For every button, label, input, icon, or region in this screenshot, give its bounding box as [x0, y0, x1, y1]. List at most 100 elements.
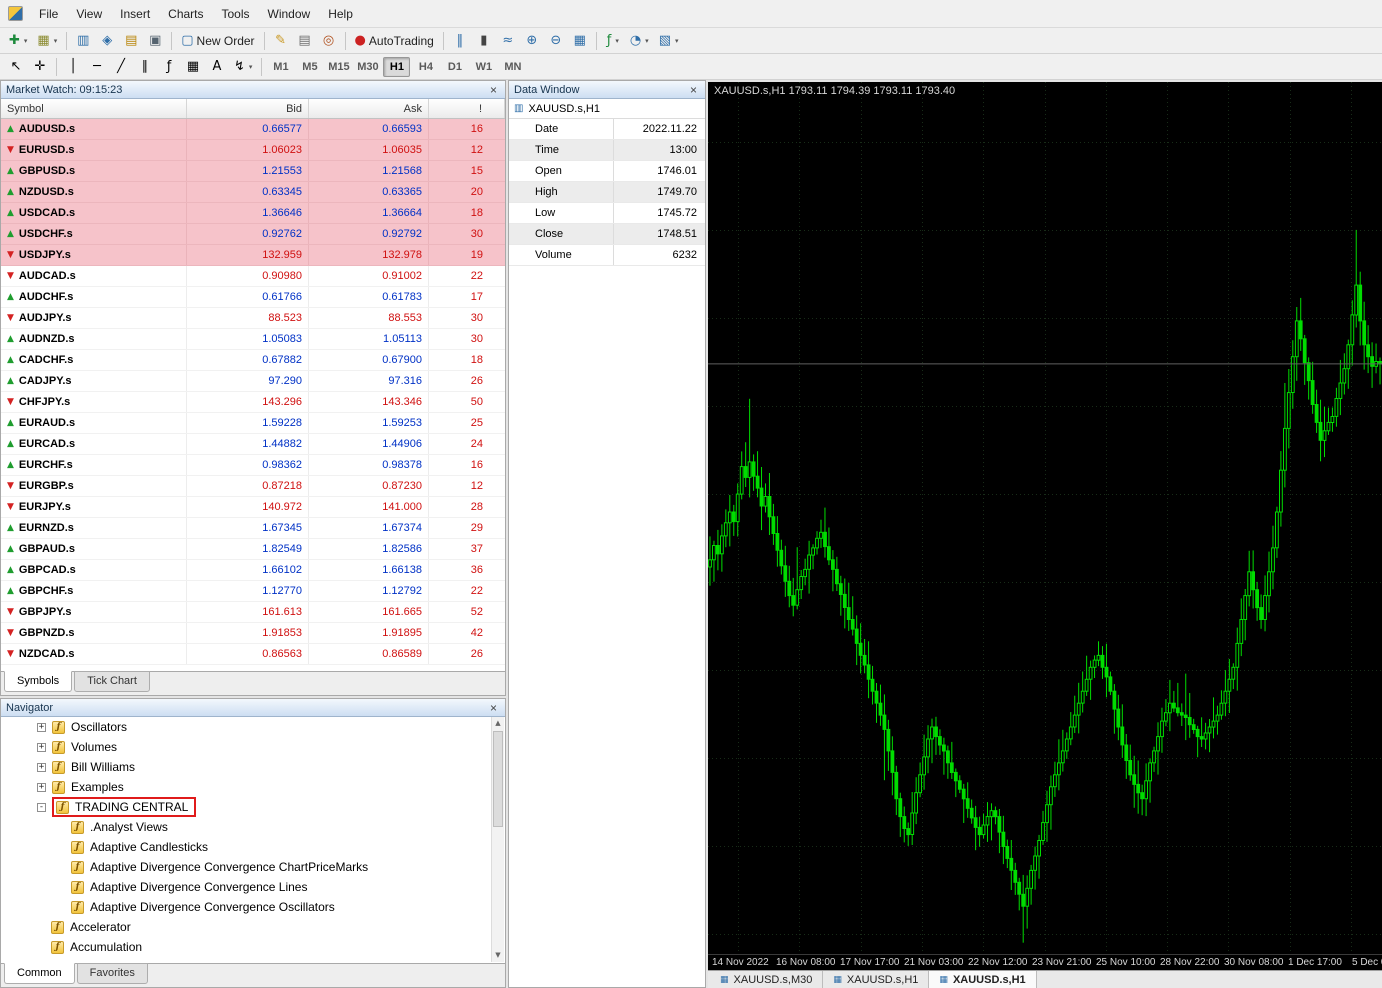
- terminal-button[interactable]: ▣: [144, 30, 166, 52]
- table-row[interactable]: ▲AUDCHF.s0.617660.6178317: [1, 287, 505, 308]
- text-button[interactable]: A: [206, 56, 228, 78]
- table-row[interactable]: ▲USDCHF.s0.927620.9279230: [1, 224, 505, 245]
- navigator-item-oscillators[interactable]: +ƒOscillators: [1, 717, 505, 737]
- tile-windows-button[interactable]: ▦: [569, 30, 591, 52]
- dropdown-arrow-icon[interactable]: ▾: [24, 37, 28, 45]
- autotrading-button[interactable]: ●AutoTrading: [351, 30, 438, 52]
- navigator-item-examples[interactable]: +ƒExamples: [1, 777, 505, 797]
- navigator-item-volumes[interactable]: +ƒVolumes: [1, 737, 505, 757]
- tab-symbols[interactable]: Symbols: [4, 671, 72, 692]
- table-row[interactable]: ▲USDCAD.s1.366461.3666418: [1, 203, 505, 224]
- navigator-scrollbar[interactable]: ▲ ▼: [491, 717, 504, 962]
- new-order-button[interactable]: ▢New Order: [177, 30, 258, 52]
- metaeditor-button[interactable]: ✎: [270, 30, 292, 52]
- timeframe-d1-button[interactable]: D1: [441, 57, 468, 77]
- navigator-button[interactable]: ▤: [120, 30, 142, 52]
- table-row[interactable]: ▲GBPUSD.s1.215531.2156815: [1, 161, 505, 182]
- menu-item-insert[interactable]: Insert: [111, 2, 159, 26]
- shapes-button[interactable]: ▦: [182, 56, 204, 78]
- timeframe-mn-button[interactable]: MN: [499, 57, 526, 77]
- data-window-button[interactable]: ◈: [96, 30, 118, 52]
- expand-plus-icon[interactable]: +: [37, 723, 46, 732]
- navigator-item-accumulation[interactable]: ƒAccumulation: [1, 937, 505, 957]
- table-row[interactable]: ▼EURJPY.s140.972141.00028: [1, 497, 505, 518]
- chart-date-axis[interactable]: 14 Nov 202216 Nov 08:0017 Nov 17:0021 No…: [708, 954, 1382, 970]
- menu-item-tools[interactable]: Tools: [213, 2, 259, 26]
- table-row[interactable]: ▲GBPCAD.s1.661021.6613836: [1, 560, 505, 581]
- timeframe-m15-button[interactable]: M15: [325, 57, 352, 77]
- expand-plus-icon[interactable]: +: [37, 743, 46, 752]
- table-row[interactable]: ▲GBPCHF.s1.127701.1279222: [1, 581, 505, 602]
- table-row[interactable]: ▼AUDJPY.s88.52388.55330: [1, 308, 505, 329]
- dropdown-arrow-icon[interactable]: ▾: [645, 37, 649, 45]
- arrows-button[interactable]: ↯▾: [230, 56, 256, 78]
- table-row[interactable]: ▼CHFJPY.s143.296143.34650: [1, 392, 505, 413]
- print-button[interactable]: ▤: [294, 30, 316, 52]
- timeframe-m5-button[interactable]: M5: [296, 57, 323, 77]
- close-icon[interactable]: ×: [687, 84, 700, 96]
- menu-item-file[interactable]: File: [30, 2, 67, 26]
- navigator-item--analyst-views[interactable]: ƒ.Analyst Views: [1, 817, 505, 837]
- zoom-in-button[interactable]: ⊕: [521, 30, 543, 52]
- timeframe-h4-button[interactable]: H4: [412, 57, 439, 77]
- table-row[interactable]: ▼GBPNZD.s1.918531.9189542: [1, 623, 505, 644]
- dropdown-arrow-icon[interactable]: ▾: [54, 37, 58, 45]
- cursor-button[interactable]: ↖: [5, 56, 27, 78]
- close-icon[interactable]: ×: [487, 702, 500, 714]
- table-row[interactable]: ▲EURCHF.s0.983620.9837816: [1, 455, 505, 476]
- tab-common[interactable]: Common: [4, 963, 75, 984]
- bar-chart-button[interactable]: ‖: [449, 30, 471, 52]
- candlestick-chart-button[interactable]: ▮: [473, 30, 495, 52]
- table-row[interactable]: ▼GBPJPY.s161.613161.66552: [1, 602, 505, 623]
- timeframe-m1-button[interactable]: M1: [267, 57, 294, 77]
- timeframe-w1-button[interactable]: W1: [470, 57, 497, 77]
- scroll-down-icon[interactable]: ▼: [492, 949, 504, 962]
- indicators-button[interactable]: ƒ▾: [602, 30, 624, 52]
- table-row[interactable]: ▼NZDCAD.s0.865630.8658926: [1, 644, 505, 665]
- vertical-line-button[interactable]: │: [62, 56, 84, 78]
- chart-plot-area[interactable]: XAUUSD.s,H1 1793.11 1794.39 1793.11 1793…: [708, 82, 1382, 954]
- profiles-button[interactable]: ▦▾: [33, 30, 61, 52]
- chart-tab-2[interactable]: ▦XAUUSD.s,H1: [929, 971, 1036, 988]
- menu-item-help[interactable]: Help: [319, 2, 362, 26]
- navigator-item-trading-central[interactable]: -ƒTRADING CENTRAL: [1, 797, 505, 817]
- table-row[interactable]: ▲AUDNZD.s1.050831.0511330: [1, 329, 505, 350]
- dropdown-arrow-icon[interactable]: ▾: [615, 37, 619, 45]
- table-row[interactable]: ▲CADJPY.s97.29097.31626: [1, 371, 505, 392]
- tab-tick-chart[interactable]: Tick Chart: [74, 671, 150, 692]
- table-row[interactable]: ▼EURGBP.s0.872180.8723012: [1, 476, 505, 497]
- table-row[interactable]: ▲EURCAD.s1.448821.4490624: [1, 434, 505, 455]
- column-symbol[interactable]: Symbol: [1, 99, 187, 118]
- table-row[interactable]: ▼AUDCAD.s0.909800.9100222: [1, 266, 505, 287]
- menu-item-charts[interactable]: Charts: [159, 2, 212, 26]
- templates-button[interactable]: ▧▾: [655, 30, 683, 52]
- menu-item-view[interactable]: View: [67, 2, 111, 26]
- menu-item-window[interactable]: Window: [259, 2, 320, 26]
- navigator-item-adaptive-divergence-convergence-lines[interactable]: ƒAdaptive Divergence Convergence Lines: [1, 877, 505, 897]
- crosshair-button[interactable]: ✛: [29, 56, 51, 78]
- timeframe-m30-button[interactable]: M30: [354, 57, 381, 77]
- dropdown-arrow-icon[interactable]: ▾: [675, 37, 679, 45]
- app-icon[interactable]: [8, 6, 23, 21]
- table-row[interactable]: ▲NZDUSD.s0.633450.6336520: [1, 182, 505, 203]
- table-row[interactable]: ▲AUDUSD.s0.665770.6659316: [1, 119, 505, 140]
- fibonacci-button[interactable]: ƒ: [158, 56, 180, 78]
- horizontal-line-button[interactable]: ─: [86, 56, 108, 78]
- zoom-out-button[interactable]: ⊖: [545, 30, 567, 52]
- scrollbar-thumb[interactable]: [493, 731, 503, 827]
- column-bid[interactable]: Bid: [187, 99, 309, 118]
- tab-favorites[interactable]: Favorites: [77, 963, 148, 984]
- navigator-item-accelerator[interactable]: ƒAccelerator: [1, 917, 505, 937]
- column-ask[interactable]: Ask: [309, 99, 429, 118]
- new-chart-button[interactable]: ✚▾: [5, 30, 31, 52]
- navigator-item-bill-williams[interactable]: +ƒBill Williams: [1, 757, 505, 777]
- table-row[interactable]: ▲CADCHF.s0.678820.6790018: [1, 350, 505, 371]
- periods-button[interactable]: ◔▾: [626, 30, 653, 52]
- chart-tab-0[interactable]: ▦XAUUSD.s,M30: [710, 971, 823, 988]
- market-watch-button[interactable]: ▥: [72, 30, 94, 52]
- collapse-minus-icon[interactable]: -: [37, 803, 46, 812]
- dropdown-arrow-icon[interactable]: ▾: [249, 63, 253, 71]
- line-chart-button[interactable]: ≈: [497, 30, 519, 52]
- expand-plus-icon[interactable]: +: [37, 763, 46, 772]
- scroll-up-icon[interactable]: ▲: [492, 717, 504, 730]
